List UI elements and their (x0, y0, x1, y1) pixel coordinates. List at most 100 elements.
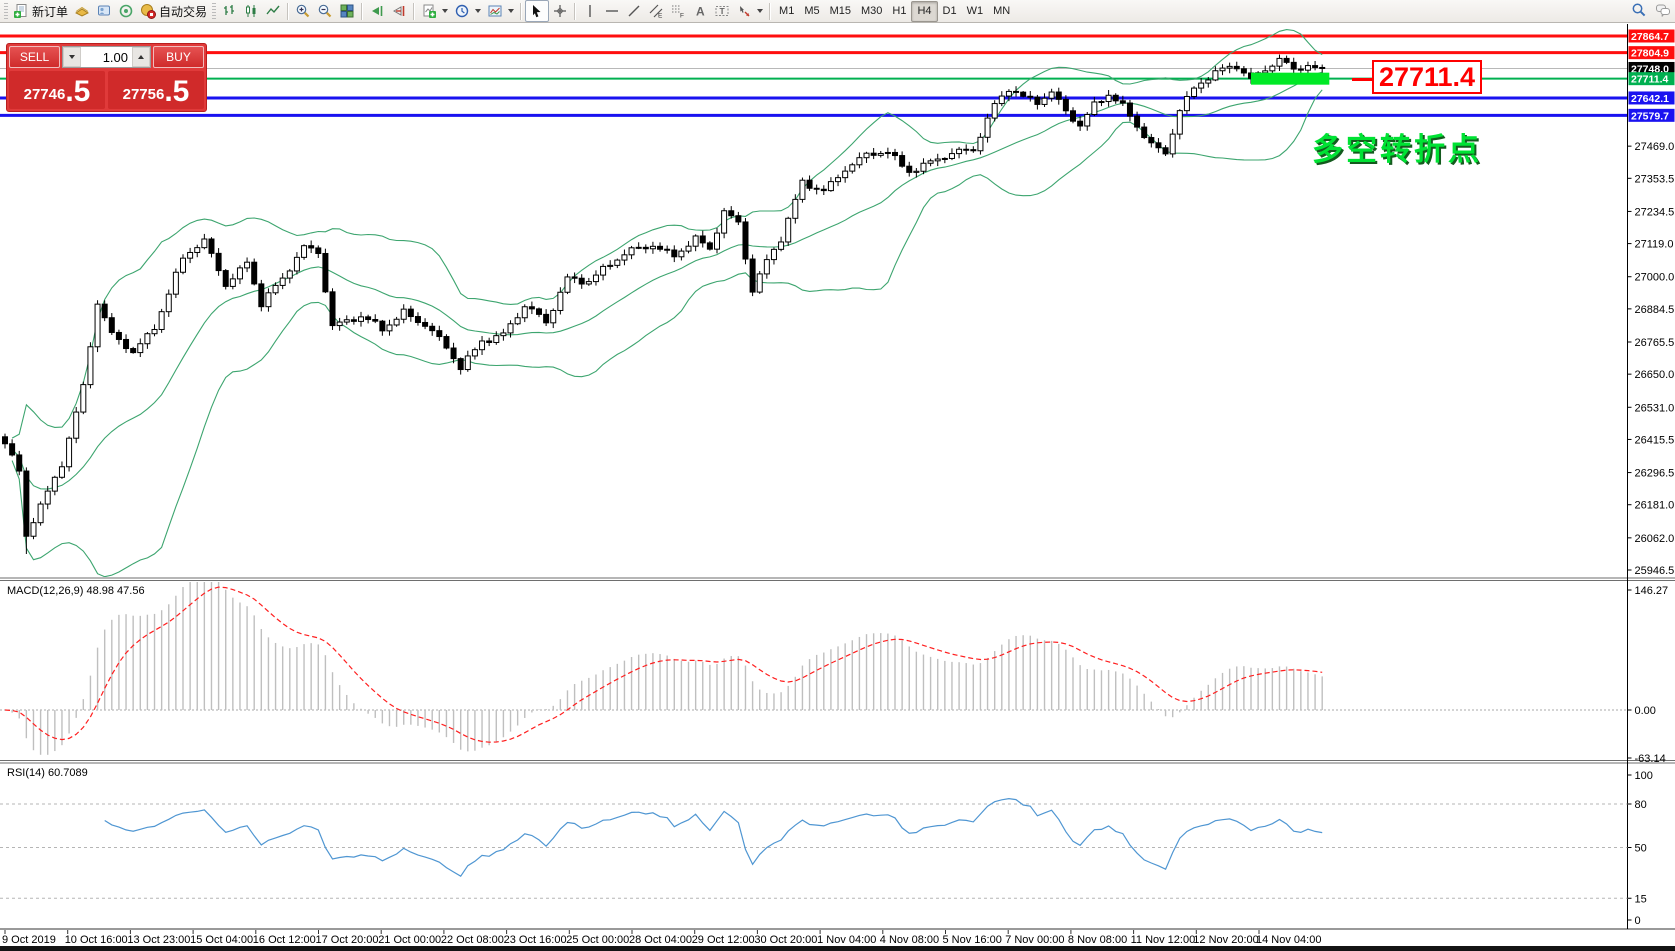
timeframe-m5[interactable]: M5 (799, 2, 824, 21)
main-toolbar: 新订单 自动交易 E F A T M1 M5 M15 M30 H1 H4 D1 … (0, 0, 1675, 23)
sell-button-label: SELL (19, 50, 50, 64)
buy-price-display[interactable]: 27756.5 (108, 71, 204, 109)
vertical-line-icon (589, 5, 591, 17)
chat-icon[interactable] (1655, 2, 1671, 18)
timeframe-h1[interactable]: H1 (887, 2, 911, 21)
crosshair-tool-button[interactable] (549, 1, 571, 21)
bar-chart-icon (224, 5, 235, 15)
timeframe-d1[interactable]: D1 (938, 2, 962, 21)
horizontal-line-icon (606, 10, 619, 12)
svg-text:0: 0 (1635, 915, 1641, 927)
new-order-button[interactable]: 新订单 (10, 1, 71, 21)
timeframe-mn[interactable]: MN (988, 2, 1015, 21)
svg-text:15 Oct 04:00: 15 Oct 04:00 (190, 934, 253, 946)
chart-annotation-text[interactable]: 多空转折点 (1312, 124, 1482, 169)
text-label-tool-button[interactable]: T (711, 1, 733, 21)
timeframe-m1[interactable]: M1 (774, 2, 799, 21)
periods-dropdown-caret[interactable] (475, 9, 482, 13)
chart-candles-button[interactable] (240, 1, 262, 21)
svg-text:-63.14: -63.14 (1635, 753, 1666, 765)
toolbar-separator (520, 2, 523, 20)
periods-button[interactable] (451, 1, 484, 21)
svg-text:22 Oct 08:00: 22 Oct 08:00 (441, 934, 504, 946)
status-bar-edge (0, 946, 1675, 951)
svg-text:11 Nov 12:00: 11 Nov 12:00 (1131, 934, 1196, 946)
toolbar-separator (361, 2, 364, 20)
macd-indicator-label: MACD(12,26,9) 48.98 47.56 (7, 585, 145, 597)
svg-text:16 Oct 12:00: 16 Oct 12:00 (253, 934, 316, 946)
svg-text:26884.5: 26884.5 (1635, 304, 1675, 316)
svg-text:9 Oct 2019: 9 Oct 2019 (2, 934, 56, 946)
zoom-out-icon (318, 4, 332, 18)
vertical-line-tool-button[interactable] (579, 1, 601, 21)
auto-trading-button[interactable]: 自动交易 (137, 1, 210, 21)
svg-text:T: T (720, 6, 726, 16)
buy-button-label: BUY (166, 50, 191, 64)
svg-text:21 Oct 00:00: 21 Oct 00:00 (378, 934, 441, 946)
auto-scroll-icon (372, 6, 383, 16)
svg-text:27119.0: 27119.0 (1635, 239, 1674, 251)
svg-text:1 Nov 04:00: 1 Nov 04:00 (817, 934, 876, 946)
svg-text:17 Oct 20:00: 17 Oct 20:00 (316, 934, 379, 946)
triangle-down-icon (69, 55, 75, 59)
volume-decrease-button[interactable] (63, 47, 81, 67)
timeframe-m30[interactable]: M30 (856, 2, 887, 21)
price-callout-label[interactable]: 27711.4 (1372, 60, 1482, 94)
market-watch-button[interactable] (71, 1, 93, 21)
data-window-button[interactable] (93, 1, 115, 21)
template-icon (488, 5, 502, 17)
fibonacci-icon: F (672, 5, 684, 19)
svg-text:80: 80 (1635, 799, 1647, 811)
templates-dropdown-caret[interactable] (508, 9, 515, 13)
chart-shift-button[interactable] (388, 1, 410, 21)
indicators-dropdown-caret[interactable] (442, 9, 449, 13)
cursor-tool-button[interactable] (525, 0, 550, 22)
arrows-dropdown-caret[interactable] (757, 9, 764, 13)
timeframe-w1[interactable]: W1 (962, 2, 989, 21)
volume-increase-button[interactable] (132, 47, 150, 67)
svg-text:5 Nov 16:00: 5 Nov 16:00 (943, 934, 1002, 946)
svg-text:14 Nov 04:00: 14 Nov 04:00 (1256, 934, 1321, 946)
buy-button[interactable]: BUY (153, 46, 204, 68)
toolbar-grip (4, 3, 8, 19)
trading-app: 新订单 自动交易 E F A T M1 M5 M15 M30 H1 H4 D1 … (0, 0, 1675, 951)
svg-text:28 Oct 04:00: 28 Oct 04:00 (629, 934, 692, 946)
chart-line-button[interactable] (262, 1, 284, 21)
trendline-tool-button[interactable] (623, 1, 645, 21)
horizontal-line-tool-button[interactable] (601, 1, 623, 21)
zoom-out-button[interactable] (314, 1, 336, 21)
text-tool-button[interactable]: A (689, 1, 711, 21)
triangle-up-icon (138, 55, 144, 59)
sell-button[interactable]: SELL (9, 46, 60, 68)
volume-stepper: 1.00 (62, 46, 151, 68)
svg-text:30 Oct 20:00: 30 Oct 20:00 (754, 934, 817, 946)
fibonacci-tool-button[interactable]: F (667, 1, 689, 21)
cursor-icon (533, 5, 541, 18)
auto-trading-icon (141, 4, 157, 19)
auto-trading-label: 自动交易 (159, 4, 208, 19)
templates-button[interactable] (484, 1, 517, 21)
tile-windows-icon (340, 4, 354, 18)
search-icon[interactable] (1631, 2, 1647, 18)
svg-text:15: 15 (1635, 893, 1647, 905)
timeframe-h4[interactable]: H4 (911, 0, 938, 22)
svg-text:26296.5: 26296.5 (1635, 468, 1675, 480)
chart-bars-button[interactable] (218, 1, 240, 21)
svg-text:26765.5: 26765.5 (1635, 337, 1675, 349)
sell-price-display[interactable]: 27746.5 (9, 71, 105, 109)
zoom-in-button[interactable] (292, 1, 314, 21)
indicators-button[interactable] (418, 1, 451, 21)
toolbar-separator (287, 2, 290, 20)
volume-value[interactable]: 1.00 (81, 47, 132, 67)
svg-text:50: 50 (1635, 843, 1647, 855)
signal-icon (119, 4, 133, 18)
svg-text:4 Nov 08:00: 4 Nov 08:00 (880, 934, 939, 946)
channel-tool-button[interactable]: E (645, 1, 667, 21)
line-chart-icon (266, 5, 280, 15)
timeframe-m15[interactable]: M15 (825, 2, 856, 21)
tile-windows-button[interactable] (336, 1, 358, 21)
sell-price-frac: .5 (65, 75, 91, 108)
arrows-tool-button[interactable] (733, 1, 766, 21)
strategy-signal-button[interactable] (115, 1, 137, 21)
auto-scroll-button[interactable] (366, 1, 388, 21)
